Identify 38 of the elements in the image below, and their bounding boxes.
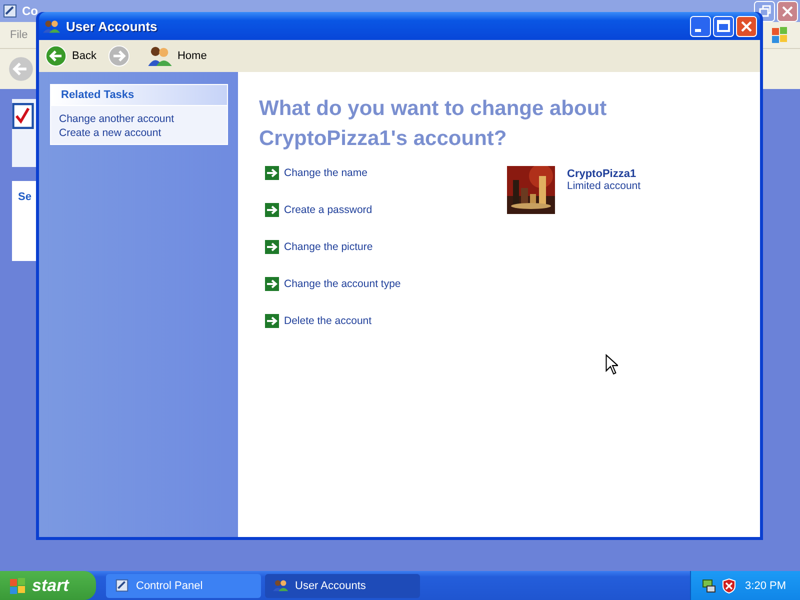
task-link[interactable]: Change another account xyxy=(59,113,174,125)
action-link[interactable]: Change the picture xyxy=(284,241,373,253)
clock: 3:20 PM xyxy=(745,580,786,592)
network-icon[interactable] xyxy=(701,578,717,594)
shield-icon[interactable] xyxy=(721,578,737,594)
task-link[interactable]: Create a new account xyxy=(59,127,162,139)
checklist-icon xyxy=(12,103,34,129)
arrow-icon xyxy=(265,203,279,217)
control-panel-icon xyxy=(2,3,18,19)
panel-header: Related Tasks xyxy=(51,85,227,106)
window-title: User Accounts xyxy=(66,18,158,34)
action-link[interactable]: Create a password xyxy=(284,204,372,216)
users-icon xyxy=(273,578,289,593)
card-title: Se xyxy=(18,191,32,203)
minimize-icon[interactable] xyxy=(690,16,711,36)
action-link[interactable]: Change the account type xyxy=(284,278,401,290)
control-panel-icon xyxy=(114,578,130,593)
taskbar-button[interactable]: User Accounts xyxy=(265,574,420,598)
arrow-icon xyxy=(265,166,279,180)
arrow-icon xyxy=(265,314,279,328)
maximize-icon[interactable] xyxy=(713,16,734,36)
window-title: Co xyxy=(22,4,38,18)
back-button[interactable]: Back xyxy=(43,45,98,67)
users-icon xyxy=(148,46,172,66)
home-button[interactable]: Home xyxy=(146,46,209,66)
windows-logo-icon xyxy=(8,576,28,596)
taskbar-button[interactable]: Control Panel xyxy=(106,574,261,598)
account-name: CryptoPizza1 xyxy=(567,168,636,180)
mouse-cursor-icon xyxy=(605,354,618,375)
users-icon xyxy=(43,18,61,34)
close-icon[interactable] xyxy=(736,16,757,36)
windows-logo-icon xyxy=(770,25,790,45)
arrow-icon xyxy=(265,240,279,254)
action-link[interactable]: Change the name xyxy=(284,167,368,179)
page-heading: What do you want to change about CryptoPizza1's account? xyxy=(259,96,608,152)
action-link[interactable]: Delete the account xyxy=(284,315,372,327)
arrow-icon xyxy=(265,277,279,291)
account-type: Limited account xyxy=(567,180,641,192)
